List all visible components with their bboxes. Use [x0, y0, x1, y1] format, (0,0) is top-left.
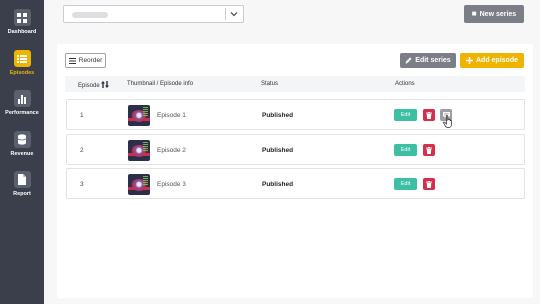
table-row: 3 Episode 3 Published Edit [66, 168, 525, 199]
add-episode-label: Add episode [475, 57, 518, 64]
add-episode-button[interactable]: Add episode [460, 53, 524, 68]
edit-button[interactable]: Edit [394, 109, 417, 121]
table-row: 1 Episode 1 Published Edit [66, 99, 525, 130]
select-divider [225, 8, 226, 20]
list-icon [13, 50, 31, 67]
episode-title: Episode 2 [157, 147, 186, 154]
edit-series-label: Edit series [415, 57, 451, 64]
table-row: 2 Episode 2 Published Edit [66, 134, 525, 165]
column-header-status: Status [261, 81, 279, 87]
sidebar-item-label: Revenue [10, 151, 34, 157]
sidebar-item-revenue[interactable]: Revenue [0, 131, 44, 167]
new-series-label: New series [479, 10, 517, 18]
delete-button[interactable] [423, 144, 435, 156]
column-header-episode[interactable]: Episode [78, 81, 110, 89]
new-series-button[interactable]: ■ New series [464, 5, 524, 23]
trash-icon [426, 146, 432, 154]
chevron-down-icon [230, 12, 238, 17]
database-icon [13, 131, 31, 148]
series-select-value [72, 12, 108, 18]
edit-button[interactable]: Edit [394, 144, 417, 156]
sort-icon[interactable] [101, 81, 110, 88]
reorder-button[interactable]: Reorder [65, 53, 106, 68]
episode-number: 1 [80, 112, 84, 119]
plus-icon: ■ [471, 9, 477, 18]
column-header-thumbnail: Thumbnail / Episode info [127, 81, 194, 87]
hand-cursor-icon [443, 115, 452, 128]
edit-series-button[interactable]: Edit series [400, 53, 456, 68]
table-header: Episode Thumbnail / Episode info Status … [65, 76, 525, 92]
sidebar-item-label: Performance [5, 110, 39, 116]
bar-chart-icon [13, 90, 31, 107]
plus-icon [465, 57, 473, 64]
reorder-label: Reorder [78, 57, 103, 64]
edit-button[interactable]: Edit [394, 178, 417, 190]
document-icon [13, 171, 31, 188]
status-text: Published [262, 112, 294, 119]
sidebar-item-dashboard[interactable]: Dashboard [0, 9, 44, 45]
pencil-icon [405, 57, 412, 64]
episode-title: Episode 1 [157, 112, 186, 119]
episode-title: Episode 3 [157, 181, 186, 188]
episode-number: 3 [80, 181, 84, 188]
status-text: Published [262, 181, 294, 188]
trash-icon [426, 180, 432, 188]
sidebar: Dashboard Episodes Performance Revenue R… [0, 0, 44, 304]
trash-icon [426, 111, 432, 119]
sidebar-item-report[interactable]: Report [0, 171, 44, 207]
series-select[interactable] [63, 5, 244, 23]
episode-number: 2 [80, 147, 84, 154]
delete-button[interactable] [423, 109, 435, 121]
sidebar-item-performance[interactable]: Performance [0, 90, 44, 126]
status-text: Published [262, 147, 294, 154]
episode-thumbnail [128, 140, 150, 161]
delete-button[interactable] [423, 178, 435, 190]
column-header-actions: Actions [395, 81, 415, 87]
sidebar-item-label: Episodes [9, 70, 35, 76]
grid-icon [13, 9, 31, 26]
sidebar-item-label: Dashboard [7, 29, 37, 35]
sidebar-item-label: Report [13, 191, 31, 197]
sidebar-item-episodes[interactable]: Episodes [0, 50, 44, 86]
episode-thumbnail [128, 174, 150, 195]
episode-thumbnail [128, 105, 150, 126]
menu-icon [68, 57, 76, 64]
